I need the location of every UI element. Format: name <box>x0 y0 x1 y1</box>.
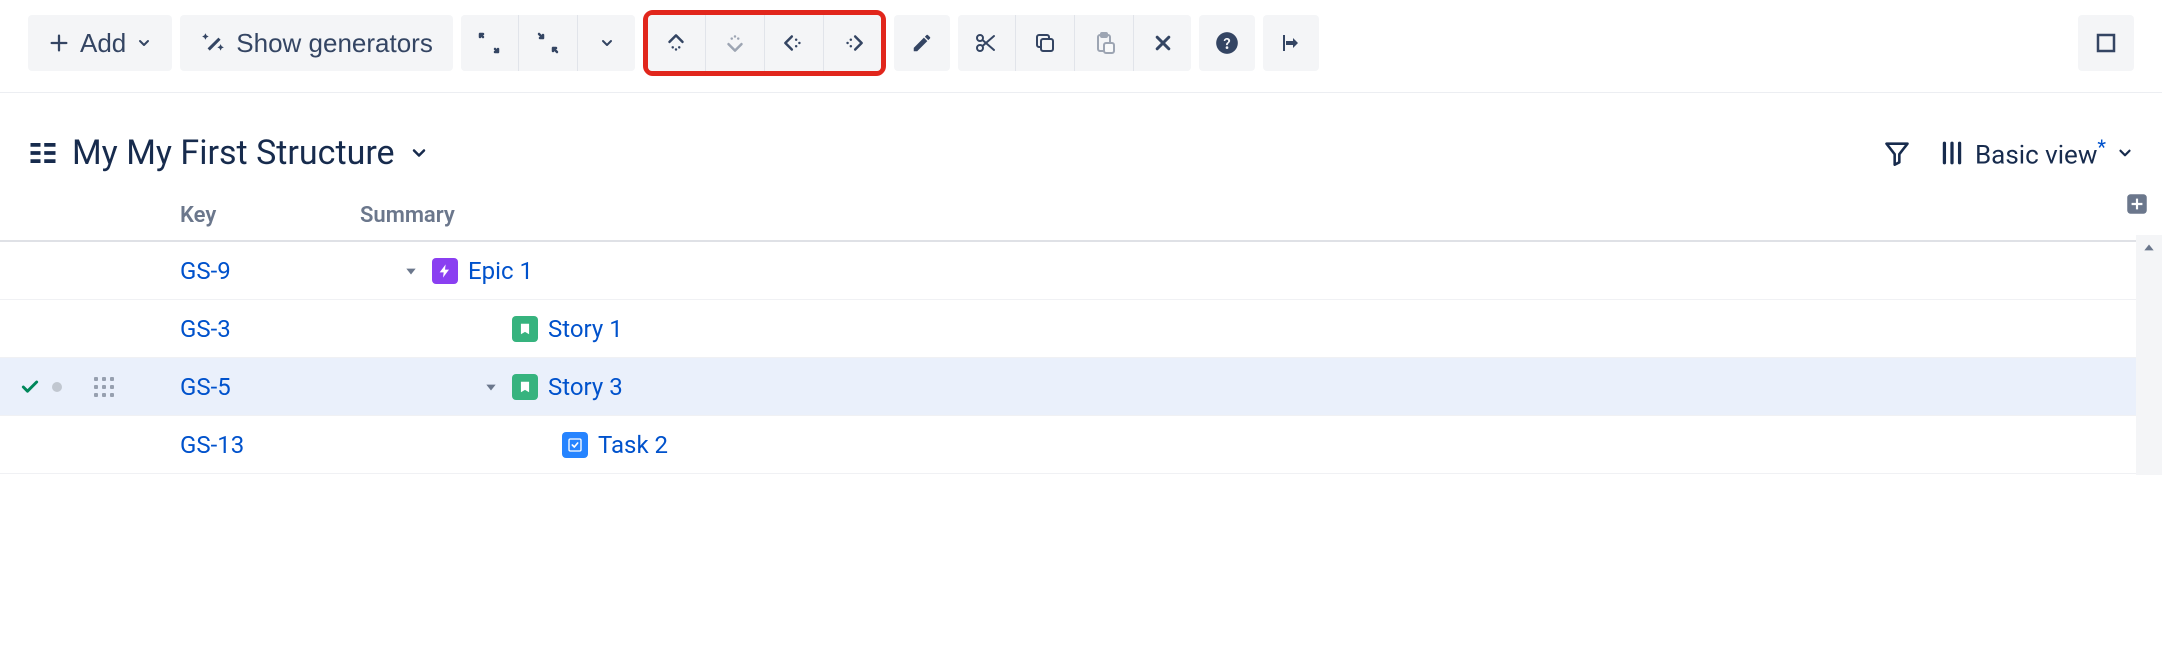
summary-cell: Epic 1 <box>360 257 2162 285</box>
add-button[interactable]: Add <box>28 15 172 71</box>
epic-issuetype-icon <box>432 258 458 284</box>
expand-collapse-more-button[interactable] <box>579 15 635 71</box>
view-modified-indicator: * <box>2097 135 2106 159</box>
summary-cell: Story 3 <box>360 373 2162 401</box>
chevron-down-icon <box>2116 144 2134 162</box>
show-generators-label: Show generators <box>236 28 433 59</box>
structure-icon <box>28 138 58 168</box>
columns-icon <box>1939 138 1965 168</box>
indent-button[interactable] <box>825 15 881 71</box>
story-issuetype-icon <box>512 316 538 342</box>
row-indicator-dot <box>52 382 62 392</box>
move-down-button[interactable] <box>707 15 763 71</box>
column-header-key[interactable]: Key <box>160 203 360 228</box>
view-controls: Basic view* <box>1883 135 2134 171</box>
help-button[interactable] <box>1199 15 1255 71</box>
view-label: Basic view <box>1975 141 2097 171</box>
toolbar: Add Show generators <box>0 0 2162 93</box>
task-issuetype-icon <box>562 432 588 458</box>
scrollbar[interactable] <box>2136 235 2162 475</box>
move-buttons-highlight <box>643 10 886 76</box>
move-up-button[interactable] <box>648 15 704 71</box>
chevron-down-icon <box>136 35 152 51</box>
expand-toggle-icon[interactable] <box>400 264 422 278</box>
issue-key-link[interactable]: GS-5 <box>160 373 360 401</box>
export-button[interactable] <box>1263 15 1319 71</box>
maximize-button[interactable] <box>2078 15 2134 71</box>
table-row[interactable]: GS-9 Epic 1 <box>0 242 2162 300</box>
chevron-down-icon <box>409 143 429 163</box>
collapse-all-button[interactable] <box>520 15 576 71</box>
summary-cell: Task 2 <box>360 431 2162 459</box>
copy-button[interactable] <box>1017 15 1073 71</box>
story-issuetype-icon <box>512 374 538 400</box>
edit-button[interactable] <box>894 15 950 71</box>
table-row[interactable]: GS-5 Story 3 <box>0 358 2162 416</box>
filter-icon[interactable] <box>1883 139 1911 167</box>
issue-key-link[interactable]: GS-9 <box>160 257 360 285</box>
issue-summary-link[interactable]: Task 2 <box>598 431 668 459</box>
table-row[interactable]: GS-3 Story 1 <box>0 300 2162 358</box>
row-handle-cell <box>0 377 160 397</box>
structure-title-text: My My First Structure <box>72 133 395 173</box>
column-headers: Key Summary <box>0 191 2162 242</box>
expand-collapse-group <box>461 15 635 71</box>
view-dropdown[interactable]: Basic view* <box>1939 135 2134 171</box>
issue-summary-link[interactable]: Story 1 <box>548 315 623 343</box>
expand-toggle-icon[interactable] <box>480 380 502 394</box>
content-header: My My First Structure Basic view* <box>0 93 2162 191</box>
summary-cell: Story 1 <box>360 315 2162 343</box>
issue-key-link[interactable]: GS-3 <box>160 315 360 343</box>
outdent-button[interactable] <box>766 15 822 71</box>
add-column-button[interactable] <box>2124 191 2154 221</box>
paste-button[interactable] <box>1076 15 1132 71</box>
drag-handle-icon[interactable] <box>94 377 114 397</box>
grid: Key Summary GS-9 Epic 1 GS-3 Story 1 GS-5 Sto… <box>0 191 2162 474</box>
expand-all-button[interactable] <box>461 15 517 71</box>
magic-wand-icon <box>200 30 226 56</box>
clipboard-group <box>958 15 1191 71</box>
issue-summary-link[interactable]: Story 3 <box>548 373 623 401</box>
show-generators-button[interactable]: Show generators <box>180 15 453 71</box>
structure-dropdown[interactable]: My My First Structure <box>28 133 429 173</box>
check-icon <box>20 377 40 397</box>
issue-summary-link[interactable]: Epic 1 <box>468 257 533 285</box>
table-row[interactable]: GS-13 Task 2 <box>0 416 2162 474</box>
add-button-label: Add <box>80 28 126 59</box>
plus-icon <box>48 32 70 54</box>
delete-button[interactable] <box>1135 15 1191 71</box>
issue-key-link[interactable]: GS-13 <box>160 431 360 459</box>
scroll-up-icon[interactable] <box>2136 235 2162 261</box>
cut-button[interactable] <box>958 15 1014 71</box>
column-header-summary[interactable]: Summary <box>360 203 2162 228</box>
